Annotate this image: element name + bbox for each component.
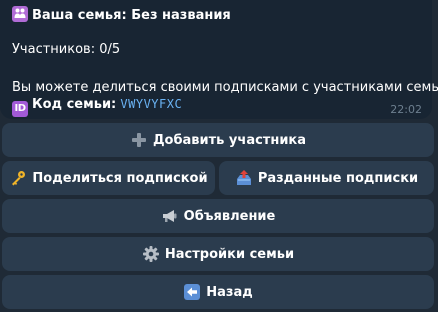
family-title: Ваша семья: Без названия (32, 8, 231, 23)
key-icon (9, 169, 27, 187)
megaphone-icon (161, 207, 179, 225)
message-bubble: Ваша семья: Без названия Участников: 0/5… (0, 0, 438, 119)
gear-icon (142, 245, 160, 263)
outbox-tray-icon (235, 169, 253, 187)
announcement-label: Объявление (183, 208, 276, 224)
family-code-line: ID Код семьи: VWYVYFXC (12, 96, 182, 117)
family-settings-button[interactable]: Настройки семьи (2, 237, 434, 271)
add-member-button[interactable]: Добавить участника (2, 123, 434, 157)
share-subscription-button[interactable]: Поделиться подпиской (2, 161, 215, 195)
family-description: Вы можете делиться своими подписками с у… (12, 80, 438, 95)
message-time: 22:02 (390, 103, 422, 116)
back-arrow-icon (183, 283, 201, 301)
add-member-label: Добавить участника (152, 132, 307, 148)
family-code-label: Код семьи: (32, 97, 117, 112)
family-code-value[interactable]: VWYVYFXC (120, 97, 182, 111)
shared-subscriptions-button[interactable]: Разданные подписки (219, 161, 434, 195)
family-icon (12, 6, 28, 22)
share-subscription-label: Поделиться подпиской (32, 170, 208, 186)
family-settings-label: Настройки семьи (164, 246, 295, 262)
back-label: Назад (206, 284, 253, 300)
announcement-button[interactable]: Объявление (2, 199, 434, 233)
id-icon: ID (12, 101, 28, 117)
family-title-line: Ваша семья: Без названия (12, 6, 231, 24)
back-button[interactable]: Назад (2, 275, 434, 309)
members-count: Участников: 0/5 (12, 42, 121, 57)
plus-icon (130, 131, 148, 149)
shared-subscriptions-label: Разданные подписки (257, 170, 419, 186)
